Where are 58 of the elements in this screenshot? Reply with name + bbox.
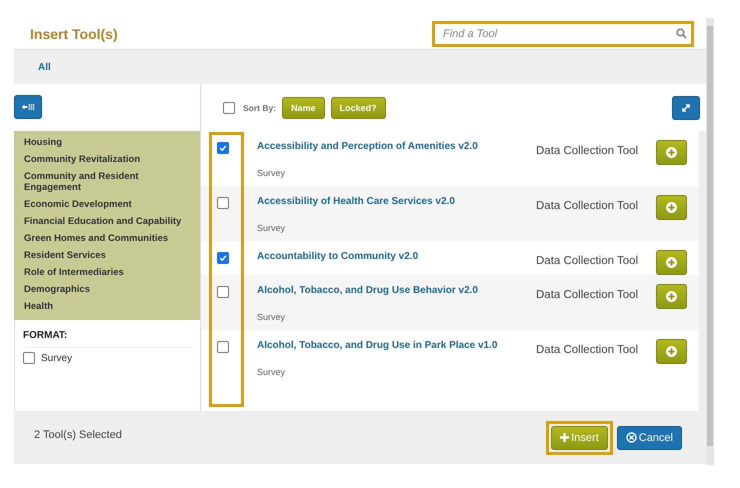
arrow-grid-icon — [21, 102, 35, 112]
tool-name-link[interactable]: Accessibility of Health Care Services v2.0 — [257, 196, 536, 207]
category-item[interactable]: Housing — [24, 137, 190, 148]
checkbox[interactable] — [217, 197, 229, 209]
expand-button[interactable] — [672, 96, 700, 120]
checkbox[interactable] — [23, 352, 35, 364]
tool-type: Data Collection Tool — [536, 288, 640, 303]
collapse-button[interactable] — [14, 95, 42, 119]
checkbox[interactable] — [217, 341, 229, 353]
plus-circle-icon — [666, 202, 677, 213]
category-item[interactable]: Community and Resident Engagement — [24, 171, 190, 193]
category-item[interactable]: Green Homes and Communities — [24, 233, 190, 244]
category-item[interactable]: Demographics — [24, 284, 190, 295]
plus-circle-icon — [666, 147, 677, 158]
tab[interactable]: All — [38, 60, 51, 74]
scrollbar[interactable] — [706, 18, 714, 465]
plus-circle-icon — [666, 291, 677, 302]
format-option-label: Survey — [41, 352, 72, 364]
cancel-button[interactable]: Cancel — [616, 426, 682, 450]
tool-type: Data Collection Tool — [536, 144, 640, 159]
plus-icon — [560, 433, 570, 442]
tool-name-link[interactable]: Alcohol, Tobacco, and Drug Use Behavior v2.0 — [257, 285, 536, 296]
scrollbar[interactable] — [699, 131, 706, 411]
tool-format: Survey — [257, 223, 286, 233]
tool-type: Data Collection Tool — [536, 254, 640, 269]
add-button[interactable] — [656, 140, 687, 165]
tool-format: Survey — [257, 312, 286, 322]
dialog-title: Insert Tool(s) — [30, 26, 118, 42]
checkbox[interactable] — [217, 142, 229, 154]
add-button[interactable] — [656, 195, 687, 220]
expand-icon — [681, 102, 691, 112]
checkbox[interactable] — [217, 286, 229, 298]
close-icon — [626, 432, 637, 443]
category-item[interactable]: Financial Education and Capability — [24, 216, 190, 227]
format-heading: FORMAT: — [23, 330, 192, 348]
tool-name-link[interactable]: Accountability to Community v2.0 — [257, 251, 536, 262]
add-button[interactable] — [656, 284, 687, 309]
tool-type: Data Collection Tool — [536, 199, 640, 214]
add-button[interactable] — [656, 250, 687, 275]
sort-label: Sort By: — [243, 102, 276, 112]
selection-count: 2 Tool(s) Selected — [34, 428, 122, 440]
category-item[interactable]: Community Revitalization — [24, 154, 190, 165]
search-field[interactable]: Find a Tool — [432, 20, 694, 46]
checkbox[interactable] — [223, 102, 235, 114]
tool-format: Survey — [257, 168, 286, 178]
plus-circle-icon — [666, 346, 677, 357]
tool-format: Survey — [257, 367, 286, 377]
checkbox[interactable] — [217, 252, 229, 264]
category-item[interactable]: Health — [24, 301, 190, 312]
tool-name-link[interactable]: Alcohol, Tobacco, and Drug Use in Park Place v1.0 — [257, 340, 536, 351]
add-button[interactable] — [656, 339, 687, 364]
category-item[interactable]: Resident Services — [24, 250, 190, 261]
tool-name-link[interactable]: Accessibility and Perception of Amenities v2.0 — [257, 141, 536, 152]
search-icon — [676, 28, 687, 38]
plus-circle-icon — [666, 257, 677, 268]
category-item[interactable]: Role of Intermediaries — [24, 267, 190, 278]
category-item[interactable]: Economic Development — [24, 199, 190, 210]
tool-type: Data Collection Tool — [536, 343, 640, 358]
